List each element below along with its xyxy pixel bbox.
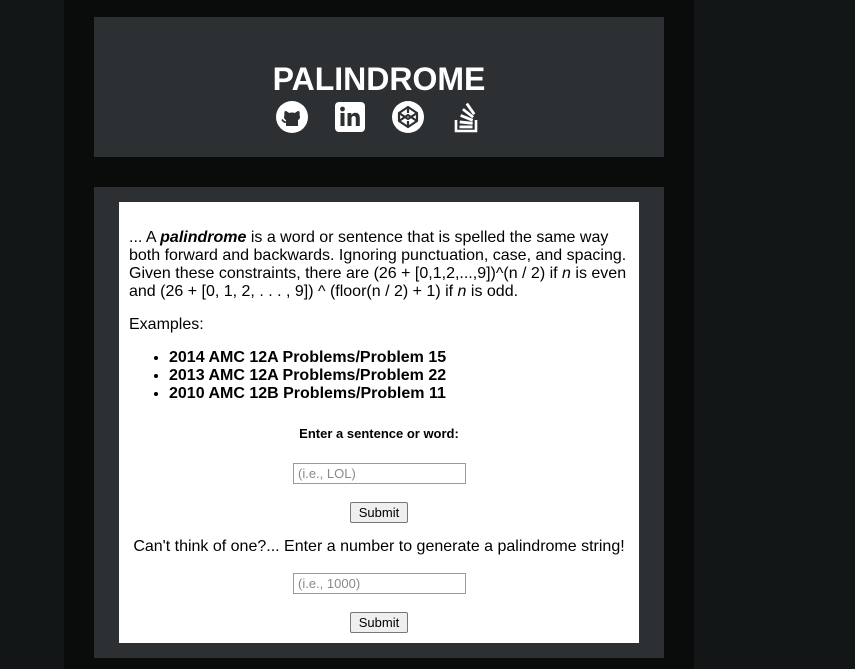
word-form-label: Enter a sentence or word: bbox=[299, 426, 459, 441]
stackoverflow-icon bbox=[454, 102, 478, 133]
page: PALINDROME ... A palindrome is a word or… bbox=[0, 0, 855, 669]
linkedin-link[interactable] bbox=[333, 100, 367, 134]
header-card: PALINDROME bbox=[94, 17, 664, 157]
intro-var-1: n bbox=[562, 265, 571, 282]
codepen-link[interactable] bbox=[391, 100, 425, 134]
right-gutter bbox=[694, 0, 855, 669]
examples-list: 2014 AMC 12A Problems/Problem 15 2013 AM… bbox=[129, 349, 446, 403]
list-item: 2013 AMC 12A Problems/Problem 22 bbox=[169, 367, 446, 385]
github-link[interactable] bbox=[275, 100, 309, 134]
content-panel: ... A palindrome is a word or sentence t… bbox=[119, 202, 639, 643]
social-links bbox=[94, 100, 664, 136]
stackoverflow-link[interactable] bbox=[449, 100, 483, 134]
example-link[interactable]: 2013 AMC 12A Problems/Problem 22 bbox=[169, 367, 446, 384]
linkedin-icon bbox=[335, 102, 365, 132]
word-input[interactable] bbox=[293, 463, 466, 484]
number-input[interactable] bbox=[293, 573, 466, 594]
intro-body-3: is odd. bbox=[466, 283, 519, 300]
number-form-label: Can't think of one?... Enter a number to… bbox=[133, 538, 625, 555]
github-icon bbox=[276, 101, 308, 133]
left-gutter bbox=[0, 0, 64, 669]
examples-label: Examples: bbox=[129, 316, 204, 333]
content-card: ... A palindrome is a word or sentence t… bbox=[94, 187, 664, 658]
list-item: 2010 AMC 12B Problems/Problem 11 bbox=[169, 385, 446, 403]
example-link[interactable]: 2014 AMC 12A Problems/Problem 15 bbox=[169, 349, 446, 366]
word-submit-button[interactable]: Submit bbox=[350, 502, 408, 523]
page-title: PALINDROME bbox=[272, 61, 486, 97]
intro-paragraph: ... A palindrome is a word or sentence t… bbox=[129, 229, 629, 301]
list-item: 2014 AMC 12A Problems/Problem 15 bbox=[169, 349, 446, 367]
intro-prefix: ... A bbox=[129, 229, 161, 246]
intro-term: palindrome bbox=[160, 229, 247, 246]
example-link[interactable]: 2010 AMC 12B Problems/Problem 11 bbox=[169, 385, 446, 402]
codepen-icon bbox=[392, 101, 424, 133]
number-submit-button[interactable]: Submit bbox=[350, 612, 408, 633]
